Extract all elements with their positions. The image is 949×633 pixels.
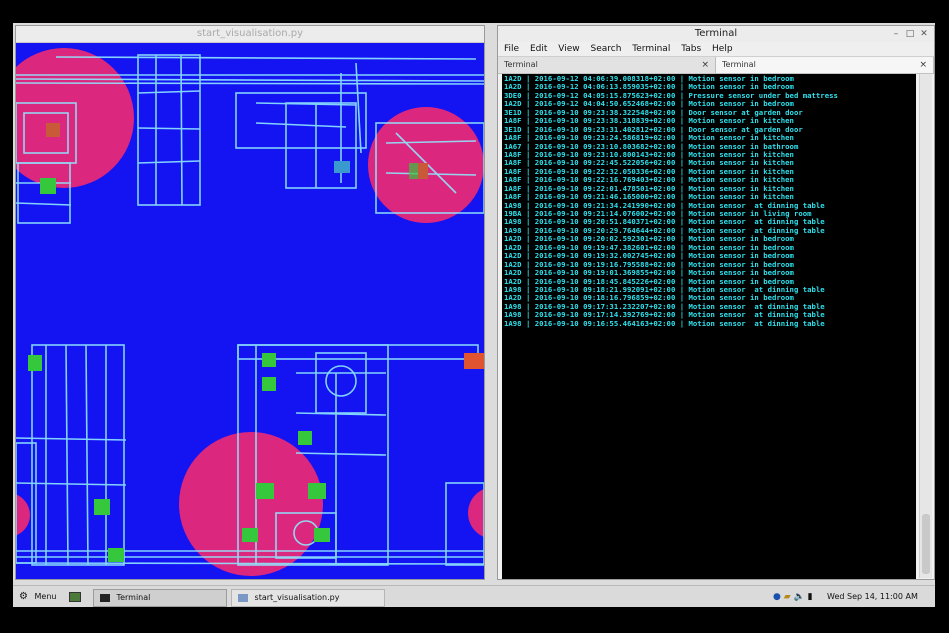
maximize-icon[interactable]: □ <box>904 26 916 42</box>
menu-edit[interactable]: Edit <box>530 44 547 54</box>
network-icon[interactable]: ▰ <box>784 592 791 602</box>
sensor-marker <box>464 353 484 369</box>
sensor-zone-left-edge <box>16 494 30 536</box>
bluetooth-icon[interactable]: ● <box>773 592 781 602</box>
terminal-window[interactable]: Terminal – □ ✕ File Edit View Search Ter… <box>497 25 935 580</box>
taskbar: ⚙ Menu Terminal start_visualisation.py ●… <box>13 585 935 607</box>
sensor-marker <box>242 528 258 542</box>
sensor-marker <box>40 178 56 194</box>
sensor-zone-right-edge <box>468 489 484 537</box>
menu-tabs[interactable]: Tabs <box>681 44 701 54</box>
menu-help[interactable]: Help <box>712 44 733 54</box>
sensor-marker <box>256 483 274 499</box>
sensor-marker <box>28 355 42 371</box>
terminal-window-title: Terminal <box>694 28 738 39</box>
tab-terminal-2[interactable]: Terminal × <box>716 57 934 73</box>
sensor-marker <box>314 528 330 542</box>
floorplan-canvas[interactable] <box>16 43 484 579</box>
sensor-marker <box>308 483 326 499</box>
menu-button[interactable]: ⚙ Menu <box>19 589 56 605</box>
task-terminal-label: Terminal <box>116 593 151 602</box>
sensor-marker <box>298 431 312 445</box>
sensor-marker <box>94 499 110 515</box>
menu-file[interactable]: File <box>504 44 519 54</box>
volume-icon[interactable]: 🔈 <box>794 592 805 602</box>
menu-search[interactable]: Search <box>590 44 621 54</box>
terminal-line: 1A98 | 2016-09-10 09:16:55.464163+02:00 … <box>504 318 825 328</box>
tab-label: Terminal <box>504 60 538 69</box>
show-desktop-icon[interactable] <box>69 589 85 605</box>
terminal-titlebar[interactable]: Terminal – □ ✕ <box>498 26 934 42</box>
visualisation-window-title: start_visualisation.py <box>16 26 484 43</box>
terminal-menubar: File Edit View Search Terminal Tabs Help <box>498 42 934 56</box>
sensor-marker <box>108 548 124 562</box>
menu-label: Menu <box>34 592 57 601</box>
gear-icon: ⚙ <box>19 591 28 602</box>
system-tray: ● ▰ 🔈 ▮ <box>773 589 813 605</box>
sensor-zone-bedroom <box>16 48 134 188</box>
terminal-output[interactable]: 1A2D | 2016-09-12 04:06:39.008318+02:00 … <box>502 74 916 579</box>
menu-terminal[interactable]: Terminal <box>632 44 670 54</box>
tab-terminal-1[interactable]: Terminal × <box>498 57 716 73</box>
clock[interactable]: Wed Sep 14, 11:00 AM <box>827 589 918 605</box>
tab-label: Terminal <box>722 60 756 69</box>
sensor-marker <box>46 123 60 137</box>
terminal-scrollbar[interactable] <box>919 74 932 578</box>
floorplan-drawing <box>16 48 484 576</box>
sensor-marker <box>262 353 276 367</box>
sensor-marker <box>334 161 350 173</box>
tab-close-icon[interactable]: × <box>701 57 709 73</box>
terminal-icon <box>100 593 110 602</box>
minimize-icon[interactable]: – <box>890 26 902 42</box>
task-visualisation[interactable]: start_visualisation.py <box>231 589 385 607</box>
terminal-tabs: Terminal × Terminal × <box>498 56 934 74</box>
tab-close-icon[interactable]: × <box>919 57 927 73</box>
desktop: start_visualisation.py Terminal – □ ✕ Fi… <box>13 23 935 607</box>
power-icon[interactable]: ▮ <box>808 592 813 602</box>
visualisation-window[interactable]: start_visualisation.py <box>15 25 485 580</box>
task-terminal[interactable]: Terminal <box>93 589 227 607</box>
close-icon[interactable]: ✕ <box>918 26 930 42</box>
task-visualisation-label: start_visualisation.py <box>254 593 340 602</box>
menu-view[interactable]: View <box>558 44 579 54</box>
window-icon <box>238 593 248 602</box>
scrollbar-thumb[interactable] <box>922 514 930 574</box>
sensor-marker <box>418 163 428 179</box>
sensor-marker <box>262 377 276 391</box>
